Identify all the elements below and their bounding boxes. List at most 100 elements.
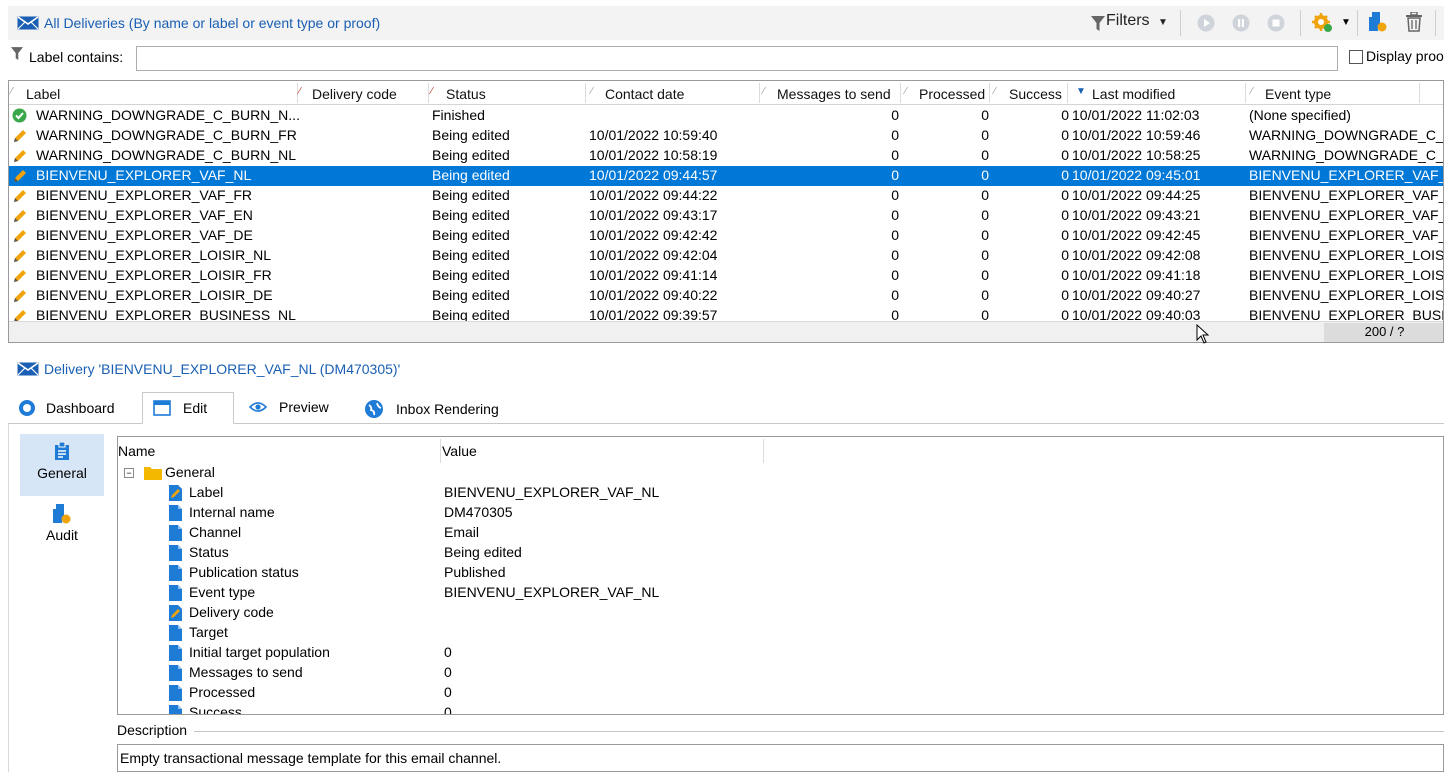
description-field[interactable]: Empty transactional message template for… bbox=[117, 744, 1444, 772]
list-footer: 200 / ? bbox=[9, 321, 1443, 342]
cell-last-modified: 10/01/2022 10:59:46 bbox=[1072, 127, 1201, 143]
deliveries-list[interactable]: ⁄ Label ⁄ Delivery code ⁄ Status ⁄ Conta… bbox=[8, 80, 1444, 343]
tab-edit[interactable]: Edit bbox=[142, 392, 234, 424]
property-row[interactable]: Event type BIENVENU_EXPLORER_VAF_NL bbox=[118, 583, 1443, 603]
cell-label: BIENVENU_EXPLORER_VAF_FR bbox=[36, 187, 253, 203]
property-name: Messages to send bbox=[189, 664, 303, 680]
tab-inbox-rendering[interactable]: Inbox Rendering bbox=[354, 392, 524, 423]
property-row[interactable]: Channel Email bbox=[118, 523, 1443, 543]
cell-status: Being edited bbox=[432, 147, 510, 163]
properties-icon[interactable] bbox=[1369, 12, 1387, 35]
trash-icon[interactable] bbox=[1406, 11, 1422, 35]
property-value: Email bbox=[444, 524, 480, 540]
col-success[interactable]: Success bbox=[1009, 86, 1062, 102]
field-icon bbox=[169, 665, 182, 681]
table-row[interactable]: WARNING_DOWNGRADE_C_BURN_N... Finished 0 0 0… bbox=[9, 106, 1443, 126]
property-row[interactable]: Processed 0 bbox=[118, 683, 1443, 703]
cell-label: BIENVENU_EXPLORER_VAF_NL bbox=[36, 167, 252, 183]
tab-preview[interactable]: Preview bbox=[239, 392, 344, 423]
property-value: DM470305 bbox=[444, 504, 513, 520]
cell-success: 0 bbox=[1061, 267, 1069, 283]
property-row[interactable]: Initial target population 0 bbox=[118, 643, 1443, 663]
property-name: Target bbox=[189, 624, 228, 640]
gear-icon[interactable] bbox=[1311, 11, 1333, 36]
cell-last-modified: 10/01/2022 09:45:01 bbox=[1072, 167, 1201, 183]
side-item-audit[interactable]: Audit bbox=[20, 500, 104, 552]
display-proofs-checkbox[interactable] bbox=[1349, 50, 1363, 64]
cell-contact-date: 10/01/2022 09:42:42 bbox=[589, 227, 718, 243]
table-row[interactable]: BIENVENU_EXPLORER_LOISIR_DE Being edited 1… bbox=[9, 286, 1444, 306]
stop-icon[interactable] bbox=[1267, 14, 1285, 35]
start-icon[interactable] bbox=[1197, 14, 1215, 35]
pencil-icon bbox=[12, 208, 28, 227]
field-icon bbox=[169, 565, 182, 581]
chevron-down-icon[interactable]: ▼ bbox=[1341, 17, 1351, 28]
property-name: Processed bbox=[189, 684, 256, 700]
list-header: ⁄ Label ⁄ Delivery code ⁄ Status ⁄ Conta… bbox=[9, 81, 1443, 105]
pencil-icon bbox=[12, 168, 28, 187]
property-row[interactable]: Delivery code bbox=[118, 603, 1443, 623]
field-icon bbox=[169, 525, 182, 541]
tree-group-general[interactable]: − General bbox=[118, 463, 1443, 483]
collapse-icon[interactable]: − bbox=[124, 468, 134, 478]
property-name: Internal name bbox=[189, 504, 275, 520]
col-processed[interactable]: Processed bbox=[919, 86, 985, 102]
property-value: 0 bbox=[444, 684, 452, 700]
pencil-icon bbox=[12, 128, 28, 147]
col-contact-date[interactable]: Contact date bbox=[605, 86, 684, 102]
edit-icon bbox=[153, 400, 171, 419]
cell-status: Being edited bbox=[432, 167, 510, 183]
table-row[interactable]: BIENVENU_EXPLORER_VAF_EN Being edited 10/0… bbox=[9, 206, 1443, 227]
envelope-icon bbox=[17, 16, 39, 33]
table-row[interactable]: BIENVENU_EXPLORER_VAF_FR Being edited 10/0… bbox=[9, 186, 1443, 206]
cell-label: BIENVENU_EXPLORER_LOISIR_FR bbox=[36, 267, 272, 283]
col-label[interactable]: Label bbox=[26, 86, 60, 102]
cell-status: Being edited bbox=[432, 247, 510, 263]
table-row[interactable]: BIENVENU_EXPLORER_LOISIR_NL Being edited 1… bbox=[9, 246, 1443, 266]
property-row[interactable]: Status Being edited bbox=[118, 543, 1443, 563]
label-contains-input[interactable] bbox=[136, 46, 1338, 71]
col-messages-to-send[interactable]: Messages to send bbox=[777, 86, 891, 102]
side-item-general[interactable]: General bbox=[20, 434, 104, 496]
cell-event-type: WARNING_DOWNGRADE_C_E bbox=[1249, 147, 1444, 163]
table-row[interactable]: BIENVENU_EXPLORER_VAF_NL Being edited 10/0… bbox=[9, 166, 1444, 187]
col-status[interactable]: Status bbox=[446, 86, 486, 102]
table-row[interactable]: BIENVENU_EXPLORER_LOISIR_FR Being edited 1… bbox=[9, 266, 1443, 286]
col-event-type[interactable]: Event type bbox=[1265, 86, 1331, 102]
property-value: BIENVENU_EXPLORER_VAF_NL bbox=[444, 584, 660, 600]
tab-dashboard[interactable]: Dashboard bbox=[8, 392, 141, 423]
cell-event-type: BIENVENU_EXPLORER_LOISIR. bbox=[1249, 287, 1444, 303]
cell-label: BIENVENU_EXPLORER_LOISIR_NL bbox=[36, 247, 271, 263]
editable-field-icon bbox=[169, 485, 182, 501]
field-icon bbox=[169, 505, 182, 521]
table-row[interactable]: BIENVENU_EXPLORER_VAF_DE Being edited 10/0… bbox=[9, 226, 1443, 247]
pencil-icon bbox=[12, 228, 28, 247]
filters-button[interactable]: Filters ▼ bbox=[1106, 12, 1168, 34]
property-row[interactable]: Label BIENVENU_EXPLORER_VAF_NL bbox=[118, 483, 1443, 503]
cell-contact-date: 10/01/2022 09:43:17 bbox=[589, 207, 718, 223]
cell-processed: 0 bbox=[981, 127, 989, 143]
cell-status: Finished bbox=[432, 107, 485, 123]
table-row[interactable]: WARNING_DOWNGRADE_C_BURN_FR Being edited 1… bbox=[9, 126, 1443, 147]
property-value: 0 bbox=[444, 704, 452, 715]
properties-tree[interactable]: Name Value − General Label BIENVENU_EXPLO… bbox=[117, 436, 1444, 715]
col-last-modified[interactable]: Last modified bbox=[1092, 86, 1175, 102]
property-row[interactable]: Publication status Published bbox=[118, 563, 1443, 583]
property-name: Label bbox=[189, 484, 224, 500]
finished-icon bbox=[12, 108, 27, 126]
pause-icon[interactable] bbox=[1232, 14, 1250, 35]
col-delivery-code[interactable]: Delivery code bbox=[312, 86, 397, 102]
eye-icon bbox=[248, 400, 268, 417]
cell-event-type: BIENVENU_EXPLORER_VAF_NI bbox=[1249, 167, 1444, 183]
table-row[interactable]: WARNING_DOWNGRADE_C_BURN_NL Being edited 1… bbox=[9, 146, 1444, 166]
audit-icon bbox=[20, 500, 104, 527]
property-row[interactable]: Internal name DM470305 bbox=[118, 503, 1443, 523]
cell-label: BIENVENU_EXPLORER_VAF_DE bbox=[36, 227, 253, 243]
cell-messages-to-send: 0 bbox=[891, 167, 899, 183]
property-row[interactable]: Success 0 bbox=[118, 703, 1443, 715]
property-row[interactable]: Target bbox=[118, 623, 1443, 643]
filter-icon bbox=[1091, 16, 1105, 35]
property-value: BIENVENU_EXPLORER_VAF_NL bbox=[444, 484, 660, 500]
property-row[interactable]: Messages to send 0 bbox=[118, 663, 1443, 683]
field-icon bbox=[169, 705, 182, 714]
